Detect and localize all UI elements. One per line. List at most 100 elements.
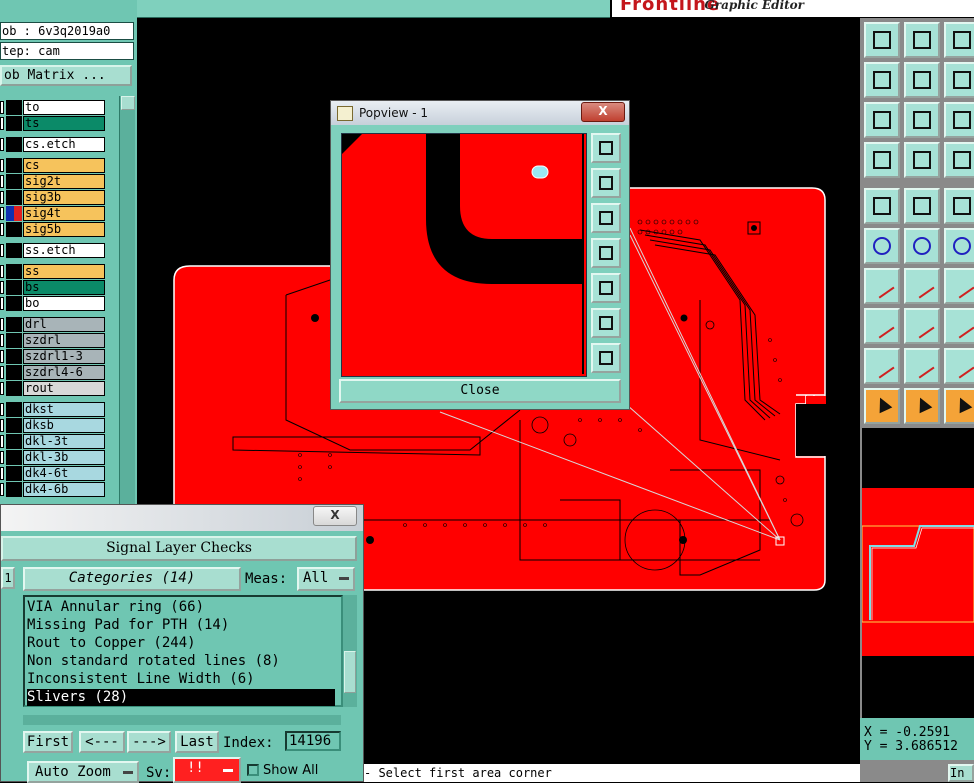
category-list-scrollbar[interactable]	[343, 595, 357, 707]
home-button[interactable]	[944, 22, 974, 58]
popview-close-button[interactable]: Close	[339, 379, 621, 403]
select-arrow-button[interactable]	[864, 388, 900, 424]
zoom-out-button[interactable]	[591, 308, 621, 338]
zoom-region-button[interactable]	[591, 133, 621, 163]
layer-row[interactable]: bs	[0, 280, 118, 295]
diagonal-button[interactable]	[904, 268, 940, 304]
scroll-thumb[interactable]	[344, 651, 356, 693]
layer-checkbox[interactable]	[0, 281, 4, 294]
move-down-button[interactable]	[591, 203, 621, 233]
snap-grid-button[interactable]	[944, 142, 974, 178]
pad-button[interactable]	[864, 308, 900, 344]
bracket-button[interactable]	[944, 308, 974, 344]
prev-button[interactable]: <---	[79, 731, 125, 753]
layer-checkbox[interactable]	[0, 419, 4, 432]
move-left-button[interactable]	[591, 238, 621, 268]
layer-checkbox[interactable]	[0, 297, 4, 310]
move-right-button[interactable]	[591, 273, 621, 303]
layer-checkbox[interactable]	[0, 265, 4, 278]
select-box-button[interactable]	[904, 388, 940, 424]
first-button[interactable]: First	[23, 731, 73, 753]
layer-row[interactable]: dksb	[0, 418, 118, 433]
layer-list-scrollbar[interactable]	[119, 96, 135, 506]
next-button[interactable]: --->	[127, 731, 171, 753]
slc-close-x-button[interactable]: X	[313, 506, 357, 526]
category-item[interactable]: Non standard rotated lines (8)	[27, 653, 335, 670]
triangle-alt-button[interactable]	[944, 348, 974, 384]
layer-checkbox[interactable]	[0, 318, 4, 331]
layer-checkbox[interactable]	[0, 159, 4, 172]
layer-checkbox[interactable]	[0, 467, 4, 480]
popview-canvas[interactable]	[341, 133, 587, 377]
layer-checkbox[interactable]	[0, 223, 4, 236]
fit-all-button[interactable]	[904, 102, 940, 138]
layer-checkbox[interactable]	[0, 117, 4, 130]
category-item[interactable]: VIA Annular ring (66)	[27, 599, 335, 616]
layer-row[interactable]: cs.etch	[0, 137, 118, 152]
category-item[interactable]: Rout to Copper (244)	[27, 635, 335, 652]
layer-checkbox[interactable]	[0, 483, 4, 496]
layer-row[interactable]: bo	[0, 296, 118, 311]
pan-right-button[interactable]	[904, 62, 940, 98]
category-item[interactable]: Inconsistent Line Width (6)	[27, 671, 335, 688]
layer-row[interactable]: ts	[0, 116, 118, 131]
show-all-checkbox[interactable]	[247, 764, 259, 776]
auto-zoom-dropdown[interactable]: Auto Zoom	[27, 761, 139, 783]
job-matrix-button[interactable]: ob Matrix ...	[0, 65, 132, 86]
layer-row[interactable]: dk4-6b	[0, 482, 118, 497]
last-button[interactable]: Last	[175, 731, 219, 753]
layer-checkbox[interactable]	[0, 191, 4, 204]
categories-button[interactable]: Categories (14)	[23, 567, 241, 591]
layer-checkbox[interactable]	[0, 366, 4, 379]
layer-checkbox[interactable]	[0, 350, 4, 363]
layer-row[interactable]: szdrl4-6	[0, 365, 118, 380]
layer-checkbox[interactable]	[0, 244, 4, 257]
meas-dropdown[interactable]: All	[297, 567, 355, 591]
triangle-button[interactable]	[864, 348, 900, 384]
rotate-button[interactable]	[944, 268, 974, 304]
layer-down-button[interactable]	[904, 22, 940, 58]
layer-row[interactable]: sig2t	[0, 174, 118, 189]
popview-titlebar[interactable]: Popview - 1 X	[331, 101, 629, 125]
layer-checkbox[interactable]	[0, 382, 4, 395]
ratio-1-2-button[interactable]	[944, 102, 974, 138]
layer-checkbox[interactable]	[0, 101, 4, 114]
triangle-split-button[interactable]	[904, 348, 940, 384]
popview-close-x-button[interactable]: X	[581, 102, 625, 122]
scroll-up-arrow-icon[interactable]	[121, 96, 135, 110]
layer-row[interactable]: to	[0, 100, 118, 115]
move-up-button[interactable]	[591, 168, 621, 198]
category-item[interactable]: Missing Pad for PTH (14)	[27, 617, 335, 634]
input-mode-button[interactable]: In	[948, 764, 974, 782]
layer-row[interactable]: dkst	[0, 402, 118, 417]
ruler-button[interactable]	[944, 188, 974, 224]
zoom-fit-button[interactable]	[591, 343, 621, 373]
layer-checkbox[interactable]	[0, 138, 4, 151]
pan-left-button[interactable]	[864, 62, 900, 98]
category-item[interactable]: Slivers (28)	[27, 689, 335, 706]
layer-row[interactable]: sig5b	[0, 222, 118, 237]
minus-line-button[interactable]	[904, 308, 940, 344]
layer-checkbox[interactable]	[0, 175, 4, 188]
layer-checkbox[interactable]	[0, 435, 4, 448]
cross-button[interactable]	[904, 228, 940, 264]
layer-row[interactable]: drl	[0, 317, 118, 332]
layer-row[interactable]: ss.etch	[0, 243, 118, 258]
layer-row[interactable]: rout	[0, 381, 118, 396]
horizontal-scrollbar[interactable]	[23, 715, 341, 725]
index-input[interactable]: 14196	[285, 731, 341, 751]
layer-row[interactable]: szdrl	[0, 333, 118, 348]
layer-checkbox[interactable]	[0, 451, 4, 464]
left-tab-button[interactable]: 1	[1, 567, 15, 589]
grid-button[interactable]	[904, 142, 940, 178]
snap-tools-button[interactable]	[864, 142, 900, 178]
layer-row[interactable]: sig3b	[0, 190, 118, 205]
layer-row[interactable]: dkl-3b	[0, 450, 118, 465]
measure-point-button[interactable]	[864, 188, 900, 224]
slc-titlebar[interactable]: X	[1, 505, 363, 531]
layer-row[interactable]: cs	[0, 158, 118, 173]
ratio-button[interactable]	[944, 62, 974, 98]
layer-row[interactable]: dkl-3t	[0, 434, 118, 449]
layer-checkbox[interactable]	[0, 207, 4, 220]
layer-row[interactable]: dk4-6t	[0, 466, 118, 481]
